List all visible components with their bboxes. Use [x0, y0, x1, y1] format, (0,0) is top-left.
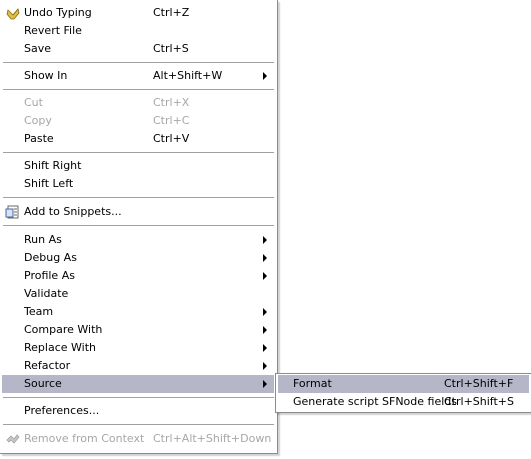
- menu-item-remove-from-context[interactable]: Remove from Context Ctrl+Alt+Shift+Down: [2, 430, 274, 448]
- menu-item-run-as[interactable]: Run As: [2, 231, 274, 249]
- separator: [3, 225, 274, 227]
- menu-item-compare-with[interactable]: Compare With: [2, 321, 274, 339]
- add-to-snippets-label: Add to Snippets...: [24, 205, 122, 218]
- shift-right-label: Shift Right: [24, 159, 82, 172]
- replace-with-label: Replace With: [24, 341, 96, 354]
- debug-as-label: Debug As: [24, 251, 77, 264]
- revert-file-label: Revert File: [24, 24, 82, 37]
- cut-label: Cut: [24, 96, 43, 109]
- save-label: Save: [24, 42, 52, 55]
- separator: [3, 89, 274, 91]
- save-shortcut: Ctrl+S: [153, 42, 189, 55]
- submenu-arrow-icon: [263, 326, 267, 334]
- paste-shortcut: Ctrl+V: [153, 132, 190, 145]
- submenu-item-generate-sfnode-fields[interactable]: Generate script SFNode fields Ctrl+Shift…: [278, 393, 529, 411]
- submenu-arrow-icon: [263, 254, 267, 262]
- validate-label: Validate: [24, 287, 69, 300]
- context-menu: Undo Typing Ctrl+Z Revert File Save Ctrl…: [0, 0, 278, 454]
- snippets-icon: [5, 204, 21, 220]
- remove-from-context-shortcut: Ctrl+Alt+Shift+Down: [153, 432, 272, 445]
- undo-typing-label: Undo Typing: [24, 6, 92, 19]
- separator: [3, 62, 274, 64]
- menu-item-add-to-snippets[interactable]: Add to Snippets...: [2, 203, 274, 221]
- menu-item-validate[interactable]: Validate: [2, 285, 274, 303]
- menu-item-debug-as[interactable]: Debug As: [2, 249, 274, 267]
- submenu-arrow-icon: [263, 380, 267, 388]
- undo-icon: [5, 5, 21, 21]
- menu-item-save[interactable]: Save Ctrl+S: [2, 40, 274, 58]
- submenu-arrow-icon: [263, 236, 267, 244]
- submenu-arrow-icon: [263, 72, 267, 80]
- cut-shortcut: Ctrl+X: [153, 96, 190, 109]
- copy-label: Copy: [24, 114, 52, 127]
- shift-left-label: Shift Left: [24, 177, 74, 190]
- menu-item-profile-as[interactable]: Profile As: [2, 267, 274, 285]
- menu-item-team[interactable]: Team: [2, 303, 274, 321]
- generate-sfnode-fields-shortcut: Ctrl+Shift+S: [444, 395, 514, 408]
- show-in-shortcut: Alt+Shift+W: [153, 69, 223, 82]
- copy-shortcut: Ctrl+C: [153, 114, 190, 127]
- menu-item-paste[interactable]: Paste Ctrl+V: [2, 130, 274, 148]
- format-label: Format: [293, 377, 332, 390]
- menu-item-replace-with[interactable]: Replace With: [2, 339, 274, 357]
- separator: [3, 424, 274, 426]
- remove-context-icon: [5, 431, 21, 447]
- separator: [3, 197, 274, 199]
- menu-item-shift-right[interactable]: Shift Right: [2, 157, 274, 175]
- menu-item-refactor[interactable]: Refactor: [2, 357, 274, 375]
- menu-item-undo-typing[interactable]: Undo Typing Ctrl+Z: [2, 4, 274, 22]
- team-label: Team: [24, 305, 54, 318]
- submenu-arrow-icon: [263, 362, 267, 370]
- separator: [3, 397, 274, 399]
- format-shortcut: Ctrl+Shift+F: [444, 377, 514, 390]
- menu-item-source[interactable]: Source: [2, 375, 274, 393]
- source-label: Source: [24, 377, 62, 390]
- submenu-arrow-icon: [263, 308, 267, 316]
- submenu-item-format[interactable]: Format Ctrl+Shift+F: [278, 375, 529, 393]
- generate-sfnode-fields-label: Generate script SFNode fields: [293, 395, 458, 408]
- refactor-label: Refactor: [24, 359, 71, 372]
- show-in-label: Show In: [24, 69, 68, 82]
- compare-with-label: Compare With: [24, 323, 103, 336]
- menu-item-show-in[interactable]: Show In Alt+Shift+W: [2, 67, 274, 85]
- menu-item-copy[interactable]: Copy Ctrl+C: [2, 112, 274, 130]
- paste-label: Paste: [24, 132, 54, 145]
- undo-typing-shortcut: Ctrl+Z: [153, 6, 190, 19]
- submenu-arrow-icon: [263, 344, 267, 352]
- profile-as-label: Profile As: [24, 269, 75, 282]
- submenu-arrow-icon: [263, 272, 267, 280]
- run-as-label: Run As: [24, 233, 62, 246]
- menu-item-revert-file[interactable]: Revert File: [2, 22, 274, 40]
- menu-item-cut[interactable]: Cut Ctrl+X: [2, 94, 274, 112]
- source-submenu: Format Ctrl+Shift+F Generate script SFNo…: [275, 373, 531, 413]
- remove-from-context-label: Remove from Context: [24, 432, 145, 445]
- menu-item-shift-left[interactable]: Shift Left: [2, 175, 274, 193]
- separator: [3, 152, 274, 154]
- menu-item-preferences[interactable]: Preferences...: [2, 402, 274, 420]
- preferences-label: Preferences...: [24, 404, 100, 417]
